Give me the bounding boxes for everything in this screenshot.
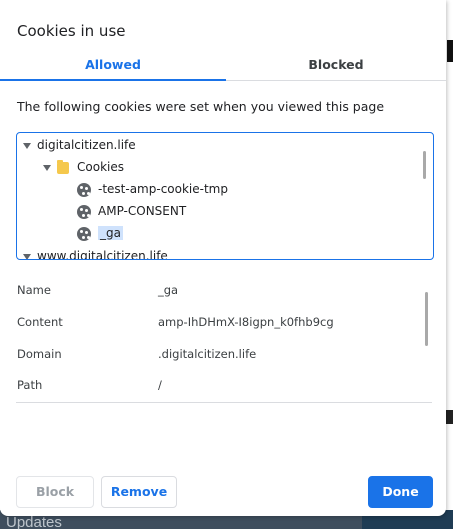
cookie-icon bbox=[77, 226, 91, 241]
tree-item-folder[interactable]: Cookies bbox=[43, 157, 124, 177]
cookie-icon bbox=[77, 204, 91, 219]
tab-allowed[interactable]: Allowed bbox=[0, 52, 226, 81]
remove-button[interactable]: Remove bbox=[101, 476, 177, 508]
detail-label: Path bbox=[17, 378, 43, 392]
expand-triangle-icon[interactable] bbox=[23, 253, 31, 259]
tree-item-cookie[interactable]: AMP-CONSENT bbox=[77, 201, 186, 221]
detail-value: amp-IhDHmX-I8igpn_k0fhb9cg bbox=[158, 315, 334, 329]
tree-item-cookie[interactable]: -test-amp-cookie-tmp bbox=[77, 179, 228, 199]
folder-icon bbox=[57, 159, 69, 174]
done-button[interactable]: Done bbox=[368, 476, 433, 508]
tree-item-cookie-selected[interactable]: _ga bbox=[77, 223, 123, 243]
tree-item-label: _ga bbox=[98, 226, 123, 240]
background-page-fragment bbox=[445, 410, 453, 424]
cookie-icon bbox=[77, 182, 91, 197]
expand-triangle-icon[interactable] bbox=[23, 142, 31, 149]
block-button[interactable]: Block bbox=[16, 476, 94, 508]
expand-triangle-icon[interactable] bbox=[43, 164, 51, 171]
tree-item-site[interactable]: www.digitalcitizen.life bbox=[23, 246, 168, 260]
tree-item-label: -test-amp-cookie-tmp bbox=[98, 182, 228, 196]
dialog-title: Cookies in use bbox=[17, 22, 126, 40]
tree-scrollbar[interactable] bbox=[423, 151, 426, 179]
cookie-details: Name _ga Content amp-IhDHmX-I8igpn_k0fhb… bbox=[16, 274, 432, 403]
tab-bar: Allowed Blocked bbox=[0, 52, 446, 81]
tree-item-label: AMP-CONSENT bbox=[98, 204, 187, 218]
detail-value: .digitalcitizen.life bbox=[158, 347, 257, 361]
cookie-tree[interactable]: digitalcitizen.life Cookies -test-amp-co… bbox=[16, 132, 434, 260]
cookies-dialog: Cookies in use Allowed Blocked The follo… bbox=[0, 0, 446, 516]
detail-row-content: Content amp-IhDHmX-I8igpn_k0fhb9cg bbox=[16, 312, 416, 332]
background-page-text: Updates bbox=[6, 514, 62, 531]
detail-row-path: Path / bbox=[16, 375, 416, 395]
details-scrollbar[interactable] bbox=[425, 292, 428, 346]
detail-label: Domain bbox=[17, 347, 62, 361]
background-page-fragment bbox=[447, 40, 453, 62]
detail-label: Content bbox=[17, 315, 63, 329]
tree-item-label: digitalcitizen.life bbox=[37, 138, 136, 152]
dialog-description: The following cookies were set when you … bbox=[17, 99, 385, 114]
detail-label: Name bbox=[17, 283, 51, 297]
tab-blocked[interactable]: Blocked bbox=[226, 52, 446, 80]
tree-item-label: Cookies bbox=[77, 160, 124, 174]
detail-value: _ga bbox=[158, 283, 179, 297]
tree-item-site[interactable]: digitalcitizen.life bbox=[23, 135, 136, 155]
tree-item-label: www.digitalcitizen.life bbox=[37, 249, 168, 260]
detail-row-name: Name _ga bbox=[16, 280, 416, 300]
detail-row-domain: Domain .digitalcitizen.life bbox=[16, 344, 416, 364]
detail-value: / bbox=[158, 378, 162, 392]
